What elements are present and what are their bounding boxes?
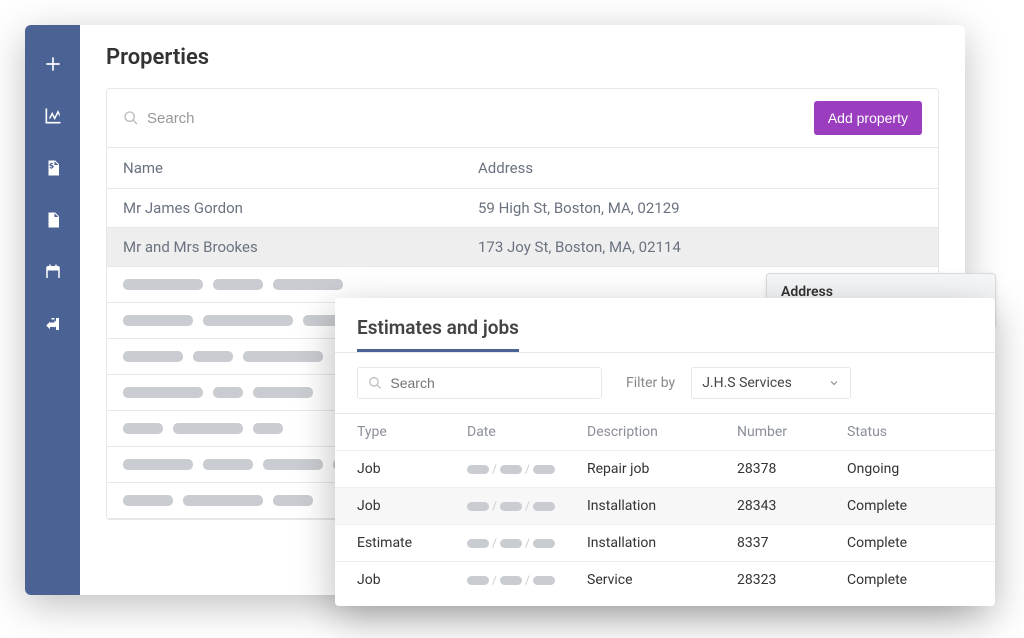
filter-by-label: Filter by [626,375,675,391]
cell-type: Job [357,461,467,477]
col-header-number: Number [737,424,847,440]
plus-icon[interactable] [42,53,64,75]
search-row: Add property [107,89,938,148]
col-header-address: Address [478,159,922,177]
col-header-date: Date [467,424,587,440]
chart-icon[interactable] [42,105,64,127]
cell-type: Job [357,572,467,588]
cell-description: Repair job [587,461,737,477]
cell-date: // [467,535,587,551]
estimates-title-wrap: Estimates and jobs [335,316,995,353]
cell-number: 28378 [737,461,847,477]
cell-description: Service [587,572,737,588]
cell-status: Complete [847,535,973,551]
estimates-panel: Estimates and jobs Filter by J.H.S Servi… [335,298,995,606]
cell-date: // [467,498,587,514]
table-row[interactable]: Mr James Gordon 59 High St, Boston, MA, … [107,189,938,228]
cell-status: Complete [847,498,973,514]
estimates-title: Estimates and jobs [357,316,519,352]
document-icon[interactable] [42,209,64,231]
cell-description: Installation [587,535,737,551]
table-row[interactable]: Estimate // Installation 8337 Complete [335,525,995,562]
col-header-name: Name [123,159,478,177]
col-header-type: Type [357,424,467,440]
estimates-search-box [357,367,602,399]
cell-status: Complete [847,572,973,588]
cell-description: Installation [587,498,737,514]
estimates-search-input[interactable] [390,375,591,391]
chevron-down-icon [828,377,840,389]
table-row[interactable]: Job // Installation 28343 Complete [335,488,995,525]
search-box [123,110,814,127]
table-row[interactable]: Job // Service 28323 Complete [335,562,995,598]
cell-date: // [467,461,587,477]
add-property-button[interactable]: Add property [814,101,922,135]
cell-type: Job [357,498,467,514]
sidebar [25,25,80,595]
search-icon [123,110,139,126]
invoice-icon[interactable] [42,157,64,179]
col-header-description: Description [587,424,737,440]
cell-address: 173 Joy St, Boston, MA, 02114 [478,238,922,256]
table-header: Name Address [107,148,938,189]
filter-row: Filter by J.H.S Services [335,353,995,414]
cell-name: Mr James Gordon [123,199,478,217]
cell-status: Ongoing [847,461,973,477]
filter-select[interactable]: J.H.S Services [691,367,851,399]
cell-type: Estimate [357,535,467,551]
cell-number: 28323 [737,572,847,588]
page-title: Properties [106,45,939,70]
cell-date: // [467,572,587,588]
calendar-icon[interactable] [42,261,64,283]
estimates-table-header: Type Date Description Number Status [335,414,995,451]
cell-name: Mr and Mrs Brookes [123,238,478,256]
cell-address: 59 High St, Boston, MA, 02129 [478,199,922,217]
col-header-status: Status [847,424,973,440]
table-row[interactable]: Mr and Mrs Brookes 173 Joy St, Boston, M… [107,228,938,267]
table-row[interactable]: Job // Repair job 28378 Ongoing [335,451,995,488]
logout-icon[interactable] [42,313,64,335]
search-input[interactable] [147,110,814,127]
cell-number: 28343 [737,498,847,514]
cell-number: 8337 [737,535,847,551]
filter-select-value: J.H.S Services [702,375,792,391]
search-icon [368,375,382,391]
